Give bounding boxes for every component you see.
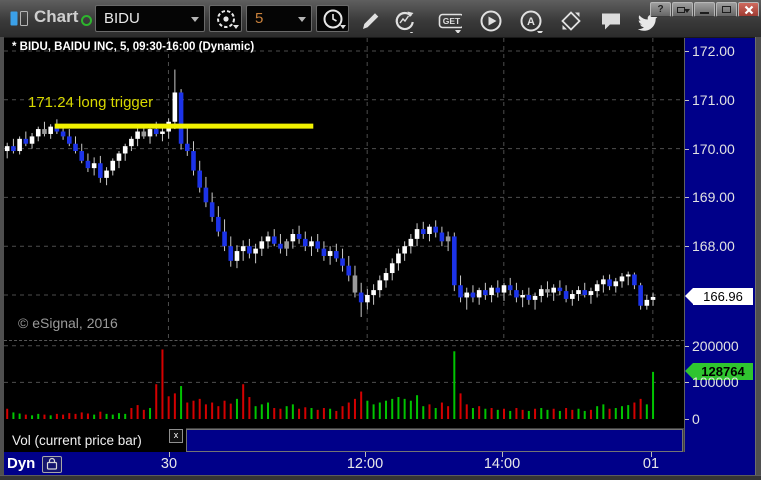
dynamic-mode-label: Dyn	[7, 455, 36, 472]
horizontal-scrollbar[interactable]	[186, 429, 683, 452]
price-tick-label: 168.00	[692, 238, 735, 255]
symbol-options-button[interactable]	[209, 5, 242, 32]
auto-trade-label: A	[527, 16, 535, 28]
axis-tick	[685, 419, 689, 420]
volume-pane	[4, 340, 684, 428]
annotation-label[interactable]: 171.24 long trigger	[28, 94, 153, 111]
price-axis[interactable]: 166.96 128764 172.00 171.00 170.00 169.00 16…	[684, 38, 755, 475]
price-tick-label: 171.00	[692, 91, 735, 108]
axis-tick	[685, 99, 689, 101]
window-title: Chart	[34, 7, 79, 26]
axis-tick	[685, 51, 689, 52]
chevron-down-icon	[298, 17, 306, 22]
price-tick-label: 170.00	[692, 140, 735, 157]
maximize-icon	[722, 6, 731, 13]
time-template-button[interactable]	[316, 5, 349, 32]
window-frame-bottom	[0, 475, 761, 480]
last-price-value: 166.96	[703, 289, 743, 304]
axis-tick	[685, 148, 689, 150]
close-icon	[744, 5, 753, 14]
get-label: GET	[443, 16, 461, 26]
window-controls: ?	[650, 2, 759, 17]
lock-icon	[46, 457, 58, 470]
axis-tick	[685, 197, 689, 199]
axis-tick	[685, 382, 689, 384]
volume-study-tab[interactable]: Vol (current price bar) x	[4, 428, 186, 452]
esignal-chart-window: Chart BIDU 5 GET A ? * BIDU, BAIDU INC, …	[0, 0, 761, 480]
diamond-arrows-icon[interactable]	[559, 9, 583, 33]
toolbar: Chart BIDU 5 GET A ?	[0, 0, 761, 38]
symbol-value: BIDU	[104, 10, 140, 27]
panels-icon	[10, 11, 28, 26]
window-frame-right	[755, 37, 761, 480]
price-gridlines	[4, 38, 684, 340]
volume-bars	[6, 349, 655, 419]
time-label: 14:00	[483, 456, 521, 472]
volume-tick-label: 100000	[692, 374, 739, 391]
chart-title: * BIDU, BAIDU INC, 5, 09:30-16:00 (Dynam…	[12, 41, 255, 53]
axis-tick	[685, 246, 689, 248]
interval-value: 5	[255, 10, 264, 27]
lock-button[interactable]	[42, 456, 62, 473]
time-label: 01	[642, 456, 660, 472]
window-menu-button[interactable]	[672, 2, 693, 17]
minimize-button[interactable]	[694, 2, 715, 17]
get-data-icon[interactable]: GET	[438, 9, 462, 33]
help-button[interactable]: ?	[650, 2, 671, 17]
badge-arrow-icon	[685, 288, 693, 304]
interval-combo[interactable]: 5	[246, 5, 312, 32]
price-pane: * BIDU, BAIDU INC, 5, 09:30-16:00 (Dynam…	[4, 38, 684, 340]
draw-pencil-icon[interactable]	[358, 9, 382, 33]
maximize-button[interactable]	[716, 2, 737, 17]
time-axis[interactable]: Dyn 30 12:00 14:00 01	[4, 452, 755, 475]
price-plot[interactable]	[4, 38, 684, 340]
volume-plot[interactable]	[4, 341, 684, 428]
close-icon: x	[173, 430, 179, 440]
chevron-down-icon	[191, 17, 199, 22]
replay-play-icon[interactable]	[479, 9, 503, 33]
price-tick-label: 169.00	[692, 189, 735, 206]
chat-bubble-icon[interactable]	[599, 9, 623, 33]
chevron-down-icon	[233, 25, 239, 29]
volume-gridlines	[4, 345, 684, 383]
auto-trade-icon[interactable]: A	[519, 9, 543, 33]
close-study-button[interactable]: x	[169, 429, 183, 443]
chevron-down-icon	[340, 25, 346, 29]
connection-status-icon	[81, 15, 92, 26]
volume-tick-label: 0	[692, 411, 700, 427]
minimize-icon	[700, 12, 709, 14]
watermark: © eSignal, 2016	[18, 315, 118, 331]
symbol-combo[interactable]: BIDU	[95, 5, 205, 32]
volume-study-label: Vol (current price bar)	[12, 432, 142, 448]
help-label: ?	[657, 4, 664, 15]
time-label: 12:00	[346, 456, 384, 472]
axis-tick	[685, 345, 689, 347]
volume-tick-label: 200000	[692, 337, 739, 354]
time-label: 30	[160, 456, 178, 472]
chevron-down-icon	[684, 9, 690, 13]
close-button[interactable]	[738, 2, 759, 17]
last-price-badge: 166.96	[685, 288, 753, 305]
reload-chart-icon[interactable]	[392, 9, 416, 33]
price-tick-label: 172.00	[692, 43, 735, 59]
